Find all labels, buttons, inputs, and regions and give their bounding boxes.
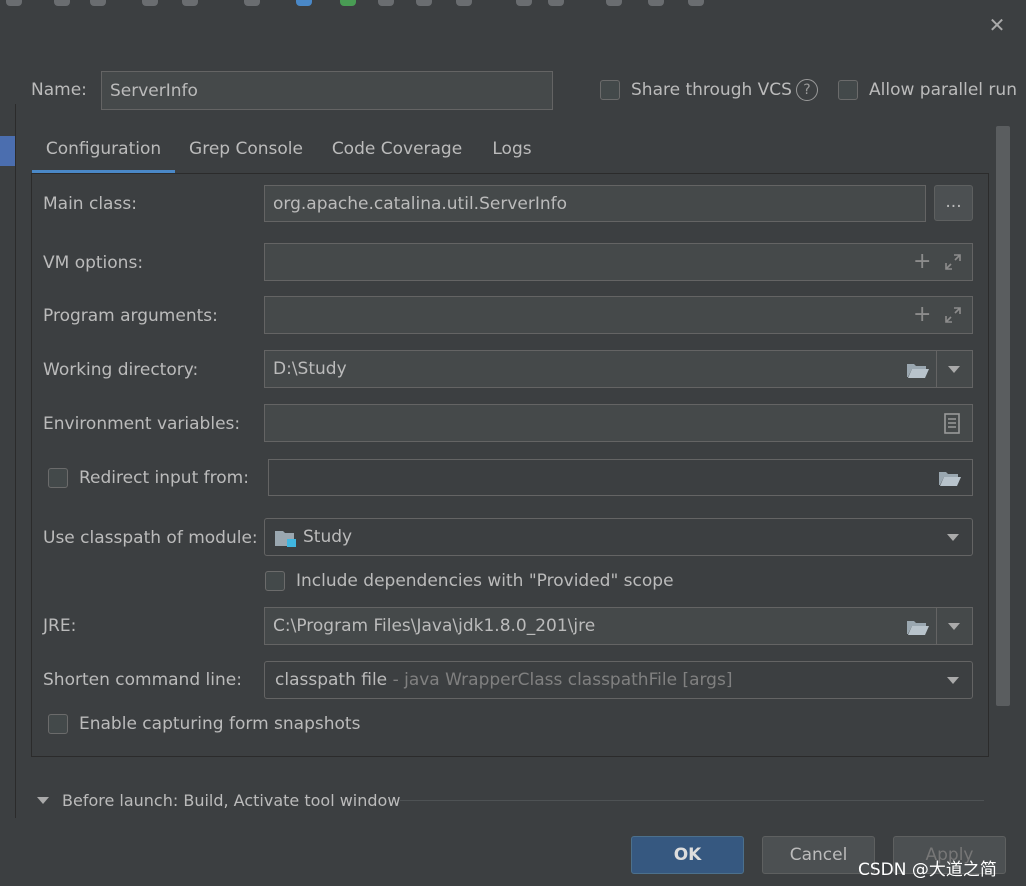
document-list-icon[interactable] [943, 413, 961, 435]
program-arguments-field[interactable]: + [264, 296, 973, 334]
program-arguments-label: Program arguments: [43, 306, 218, 326]
ok-button[interactable]: OK [631, 836, 744, 874]
main-class-browse-button[interactable]: ... [934, 185, 973, 221]
toolbar-icon[interactable] [296, 0, 312, 6]
shorten-command-line-select[interactable]: classpath file - java WrapperClass class… [264, 661, 973, 699]
share-vcs-label[interactable]: Share through VCS [631, 80, 792, 100]
capture-snapshots-label[interactable]: Enable capturing form snapshots [79, 714, 360, 734]
add-icon[interactable]: + [913, 251, 931, 273]
folder-open-icon[interactable] [937, 468, 963, 488]
share-vcs-checkbox[interactable] [600, 80, 620, 100]
before-launch-label[interactable]: Before launch: Build, Activate tool wind… [62, 791, 400, 810]
jre-field[interactable]: C:\Program Files\Java\jdk1.8.0_201\jre [264, 607, 973, 645]
capture-snapshots-checkbox[interactable] [48, 714, 68, 734]
toolbar-icon[interactable] [648, 0, 664, 6]
before-launch-separator [400, 800, 984, 801]
environment-variables-label: Environment variables: [43, 414, 241, 434]
shorten-command-line-value: classpath file [275, 670, 388, 690]
redirect-input-checkbox[interactable] [48, 468, 68, 488]
jre-dropdown-button[interactable] [936, 608, 972, 644]
main-class-label: Main class: [43, 194, 137, 214]
folder-open-icon[interactable] [905, 360, 931, 380]
expand-icon[interactable] [943, 305, 963, 325]
toolbar-icon[interactable] [54, 0, 70, 6]
shorten-command-line-label: Shorten command line: [43, 670, 242, 690]
jre-label: JRE: [43, 616, 77, 636]
configuration-tree-selected-item[interactable] [0, 136, 15, 166]
toolbar-icon[interactable] [182, 0, 198, 6]
vm-options-field[interactable]: + [264, 243, 973, 281]
jre-value: C:\Program Files\Java\jdk1.8.0_201\jre [273, 616, 596, 636]
toolbar-icon[interactable] [244, 0, 260, 6]
main-class-field[interactable]: org.apache.catalina.util.ServerInfo [264, 185, 926, 222]
working-directory-dropdown-button[interactable] [936, 351, 972, 387]
module-folder-icon [275, 531, 296, 547]
allow-parallel-label[interactable]: Allow parallel run [869, 80, 1017, 100]
chevron-down-icon [947, 534, 959, 541]
folder-open-icon[interactable] [905, 617, 931, 637]
redirect-input-label[interactable]: Redirect input from: [79, 468, 249, 488]
expand-icon[interactable] [943, 252, 963, 272]
scrollbar[interactable] [996, 126, 1010, 706]
tab-configuration[interactable]: Configuration [32, 128, 175, 174]
tab-code-coverage[interactable]: Code Coverage [322, 128, 472, 174]
name-label: Name: [31, 80, 87, 100]
name-field[interactable]: ServerInfo [101, 71, 553, 110]
main-toolbar [0, 0, 1026, 8]
toolbar-icon[interactable] [456, 0, 472, 6]
chevron-down-icon [948, 366, 960, 373]
toolbar-icon[interactable] [416, 0, 432, 6]
working-directory-field[interactable]: D:\Study [264, 350, 973, 388]
toolbar-icon[interactable] [688, 0, 704, 6]
include-dependencies-checkbox[interactable] [265, 571, 285, 591]
tab-grep-console[interactable]: Grep Console [178, 128, 314, 174]
toolbar-icon[interactable] [142, 0, 158, 6]
watermark: CSDN @大道之简 [858, 860, 997, 880]
add-icon[interactable]: + [913, 304, 931, 326]
toolbar-icon[interactable] [378, 0, 394, 6]
classpath-module-value: Study [303, 527, 353, 547]
allow-parallel-checkbox[interactable] [838, 80, 858, 100]
help-icon[interactable]: ? [796, 79, 818, 101]
close-icon[interactable]: ✕ [986, 14, 1008, 36]
name-value: ServerInfo [110, 80, 198, 101]
toolbar-icon[interactable] [90, 0, 106, 6]
redirect-input-field[interactable] [268, 459, 973, 496]
toolbar-icon[interactable] [548, 0, 564, 6]
shorten-command-line-hint: - java WrapperClass classpathFile [args] [392, 670, 733, 690]
chevron-down-icon [948, 623, 960, 630]
toolbar-icon[interactable] [340, 0, 356, 6]
main-class-value: org.apache.catalina.util.ServerInfo [273, 193, 567, 214]
working-directory-label: Working directory: [43, 360, 199, 380]
include-dependencies-label[interactable]: Include dependencies with "Provided" sco… [296, 571, 674, 591]
toolbar-icon[interactable] [516, 0, 532, 6]
classpath-module-label: Use classpath of module: [43, 528, 258, 548]
working-directory-value: D:\Study [273, 359, 347, 379]
configuration-tree-panel [0, 104, 16, 818]
tab-logs[interactable]: Logs [482, 128, 542, 174]
vm-options-label: VM options: [43, 253, 144, 273]
toolbar-icon[interactable] [6, 0, 22, 6]
chevron-down-icon [947, 677, 959, 684]
expand-toggle-icon[interactable] [37, 797, 49, 804]
toolbar-icon[interactable] [606, 0, 622, 6]
environment-variables-field[interactable] [264, 404, 973, 442]
classpath-module-select[interactable]: Study [264, 518, 973, 556]
